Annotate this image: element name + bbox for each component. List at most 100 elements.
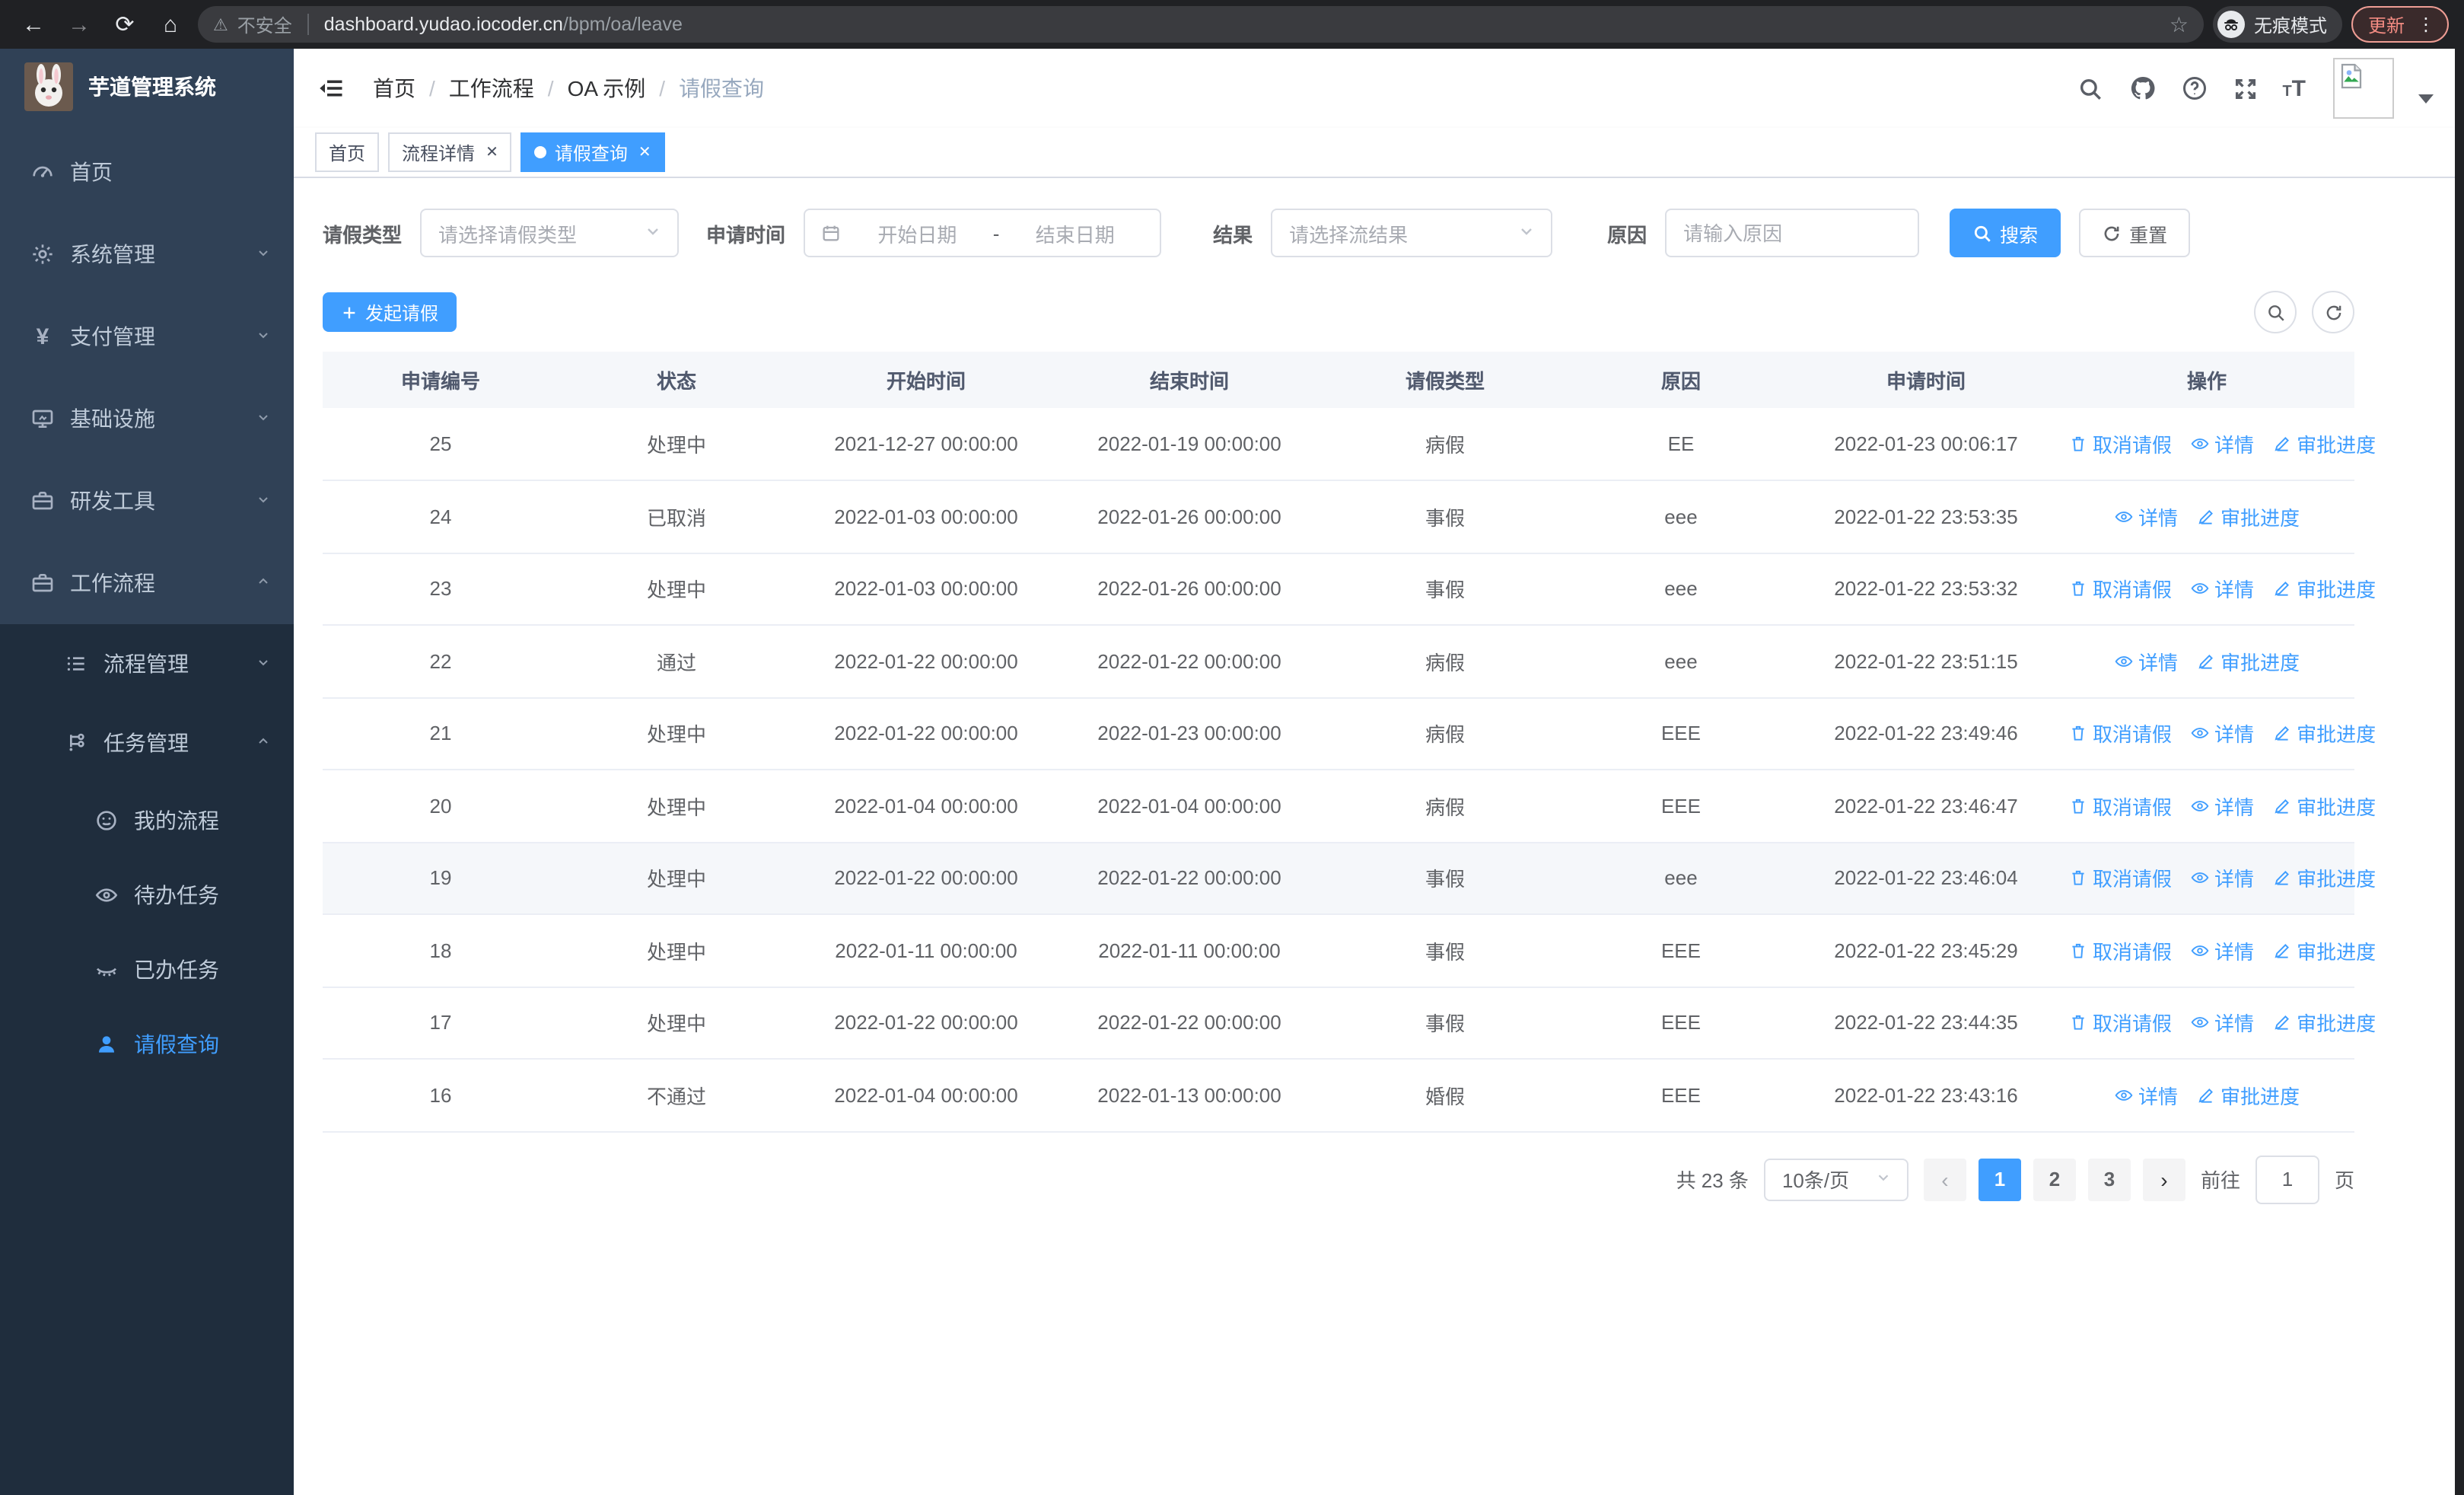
chevron-down-icon[interactable] xyxy=(2418,94,2434,104)
action-progress-link[interactable]: 审批进度 xyxy=(2272,1009,2376,1038)
tab-leave-query[interactable]: 请假查询 ✕ xyxy=(520,132,665,172)
fullscreen-icon[interactable] xyxy=(2230,73,2261,104)
sidebar-item-home[interactable]: 首页 xyxy=(0,131,294,213)
create-leave-button[interactable]: 发起请假 xyxy=(323,292,457,332)
prev-page-button[interactable]: ‹ xyxy=(1923,1158,1966,1200)
sidebar-collapse-icon[interactable] xyxy=(315,72,349,105)
search-icon[interactable] xyxy=(2075,73,2106,104)
cell-start: 2022-01-03 00:00:00 xyxy=(794,553,1058,626)
action-cancel-link[interactable]: 取消请假 xyxy=(2068,936,2172,965)
tree-icon xyxy=(64,731,88,755)
action-progress-link[interactable]: 审批进度 xyxy=(2272,719,2376,748)
gear-icon xyxy=(30,242,55,266)
github-icon[interactable] xyxy=(2127,73,2157,104)
action-progress-link[interactable]: 审批进度 xyxy=(2272,792,2376,821)
goto-page-input[interactable] xyxy=(2255,1155,2319,1203)
sidebar-item-done-task[interactable]: 已办任务 xyxy=(0,932,294,1006)
yen-icon: ¥ xyxy=(36,324,49,349)
action-detail-link[interactable]: 详情 xyxy=(2190,429,2254,458)
home-icon[interactable]: ⌂ xyxy=(152,6,189,43)
apply-time-range-picker[interactable]: 开始日期 - 结束日期 xyxy=(804,209,1162,257)
action-cancel-link[interactable]: 取消请假 xyxy=(2068,792,2172,821)
help-icon[interactable] xyxy=(2179,73,2209,104)
sidebar-item-workflow[interactable]: 工作流程 xyxy=(0,542,294,624)
action-progress-link[interactable]: 审批进度 xyxy=(2196,1081,2300,1110)
leave-type-select[interactable]: 请选择请假类型 xyxy=(420,209,680,257)
ssl-warning-icon: ⚠ xyxy=(213,16,228,34)
action-detail-link[interactable]: 详情 xyxy=(2190,792,2254,821)
cell-reason: eee xyxy=(1569,553,1793,626)
url-host: dashboard.yudao.iocoder.cn xyxy=(323,14,563,35)
action-progress-link[interactable]: 审批进度 xyxy=(2272,429,2376,458)
action-label: 详情 xyxy=(2214,723,2255,747)
table-search-toggle-button[interactable] xyxy=(2254,291,2297,333)
breadcrumb-item: 请假查询 xyxy=(679,76,765,100)
action-detail-link[interactable]: 详情 xyxy=(2190,936,2254,965)
reset-button[interactable]: 重置 xyxy=(2079,209,2191,257)
sidebar-item-process-mgmt[interactable]: 流程管理 xyxy=(0,624,294,703)
cell-status: 处理中 xyxy=(559,987,794,1060)
sidebar-item-my-process[interactable]: 我的流程 xyxy=(0,783,294,857)
reload-icon[interactable]: ⟳ xyxy=(107,6,143,43)
avatar[interactable] xyxy=(2333,58,2394,119)
action-detail-link[interactable]: 详情 xyxy=(2114,647,2178,676)
cell-actions: 取消请假 详情 审批进度 xyxy=(2059,408,2376,481)
sidebar-item-infra[interactable]: 基础设施 xyxy=(0,378,294,460)
page-button-1[interactable]: 1 xyxy=(1978,1158,2021,1200)
action-detail-link[interactable]: 详情 xyxy=(2114,502,2178,531)
tab-process-detail[interactable]: 流程详情 ✕ xyxy=(388,132,512,172)
action-label: 详情 xyxy=(2214,868,2255,891)
forward-icon[interactable]: → xyxy=(61,6,97,43)
breadcrumb-item[interactable]: 首页 xyxy=(373,73,415,104)
action-detail-link[interactable]: 详情 xyxy=(2190,575,2254,604)
page-size-select[interactable]: 10条/页 xyxy=(1763,1158,1908,1200)
breadcrumb-item[interactable]: OA 示例 xyxy=(568,73,646,104)
action-detail-link[interactable]: 详情 xyxy=(2114,1081,2178,1110)
font-size-icon[interactable]: TT xyxy=(2282,75,2306,101)
action-label: 审批进度 xyxy=(2220,1085,2300,1108)
result-select[interactable]: 请选择流结果 xyxy=(1271,209,1553,257)
action-progress-link[interactable]: 审批进度 xyxy=(2272,864,2376,893)
action-detail-link[interactable]: 详情 xyxy=(2190,1009,2254,1038)
address-bar[interactable]: ⚠ 不安全 dashboard.yudao.iocoder.cn/bpm/oa/… xyxy=(198,6,2204,43)
next-page-button[interactable]: › xyxy=(2142,1158,2185,1200)
action-progress-link[interactable]: 审批进度 xyxy=(2272,936,2376,965)
tab-home[interactable]: 首页 xyxy=(315,132,380,172)
page-button-3[interactable]: 3 xyxy=(2087,1158,2131,1200)
sidebar-item-system[interactable]: 系统管理 xyxy=(0,213,294,295)
update-button[interactable]: 更新 ⋮ xyxy=(2351,6,2449,43)
sidebar-filler xyxy=(0,1081,294,1495)
sidebar-item-todo-task[interactable]: 待办任务 xyxy=(0,857,294,932)
result-label: 结果 xyxy=(1213,223,1253,246)
table-refresh-button[interactable] xyxy=(2312,291,2354,333)
sidebar-item-payment[interactable]: ¥ 支付管理 xyxy=(0,295,294,378)
bookmark-star-icon[interactable]: ☆ xyxy=(2170,11,2189,37)
cell-applied: 2022-01-22 23:46:04 xyxy=(1793,842,2059,915)
action-detail-link[interactable]: 详情 xyxy=(2190,719,2254,748)
action-cancel-link[interactable]: 取消请假 xyxy=(2068,719,2172,748)
cell-status: 处理中 xyxy=(559,553,794,626)
back-icon[interactable]: ← xyxy=(15,6,52,43)
action-cancel-link[interactable]: 取消请假 xyxy=(2068,575,2172,604)
close-icon[interactable]: ✕ xyxy=(638,144,651,161)
action-progress-link[interactable]: 审批进度 xyxy=(2196,502,2300,531)
sidebar-item-leave-query[interactable]: 请假查询 xyxy=(0,1006,294,1081)
search-button[interactable]: 搜索 xyxy=(1950,209,2061,257)
sidebar-item-devtools[interactable]: 研发工具 xyxy=(0,460,294,542)
sidebar-item-task-mgmt[interactable]: 任务管理 xyxy=(0,703,294,783)
action-progress-link[interactable]: 审批进度 xyxy=(2272,575,2376,604)
page-button-2[interactable]: 2 xyxy=(2033,1158,2076,1200)
table-row: 18 处理中 2022-01-11 00:00:00 2022-01-11 00:00… xyxy=(323,914,2376,987)
sidebar-item-label: 支付管理 xyxy=(70,324,155,349)
close-icon[interactable]: ✕ xyxy=(485,144,498,161)
window-scrollbar[interactable] xyxy=(2455,49,2464,1495)
action-detail-link[interactable]: 详情 xyxy=(2190,864,2254,893)
action-cancel-link[interactable]: 取消请假 xyxy=(2068,429,2172,458)
action-cancel-link[interactable]: 取消请假 xyxy=(2068,1009,2172,1038)
browser-menu-icon[interactable]: ⋮ xyxy=(2417,14,2435,35)
action-cancel-link[interactable]: 取消请假 xyxy=(2068,864,2172,893)
breadcrumb-item[interactable]: 工作流程 xyxy=(449,73,534,104)
action-progress-link[interactable]: 审批进度 xyxy=(2196,647,2300,676)
cell-applied: 2022-01-22 23:49:46 xyxy=(1793,697,2059,770)
reason-input[interactable] xyxy=(1665,209,1920,257)
